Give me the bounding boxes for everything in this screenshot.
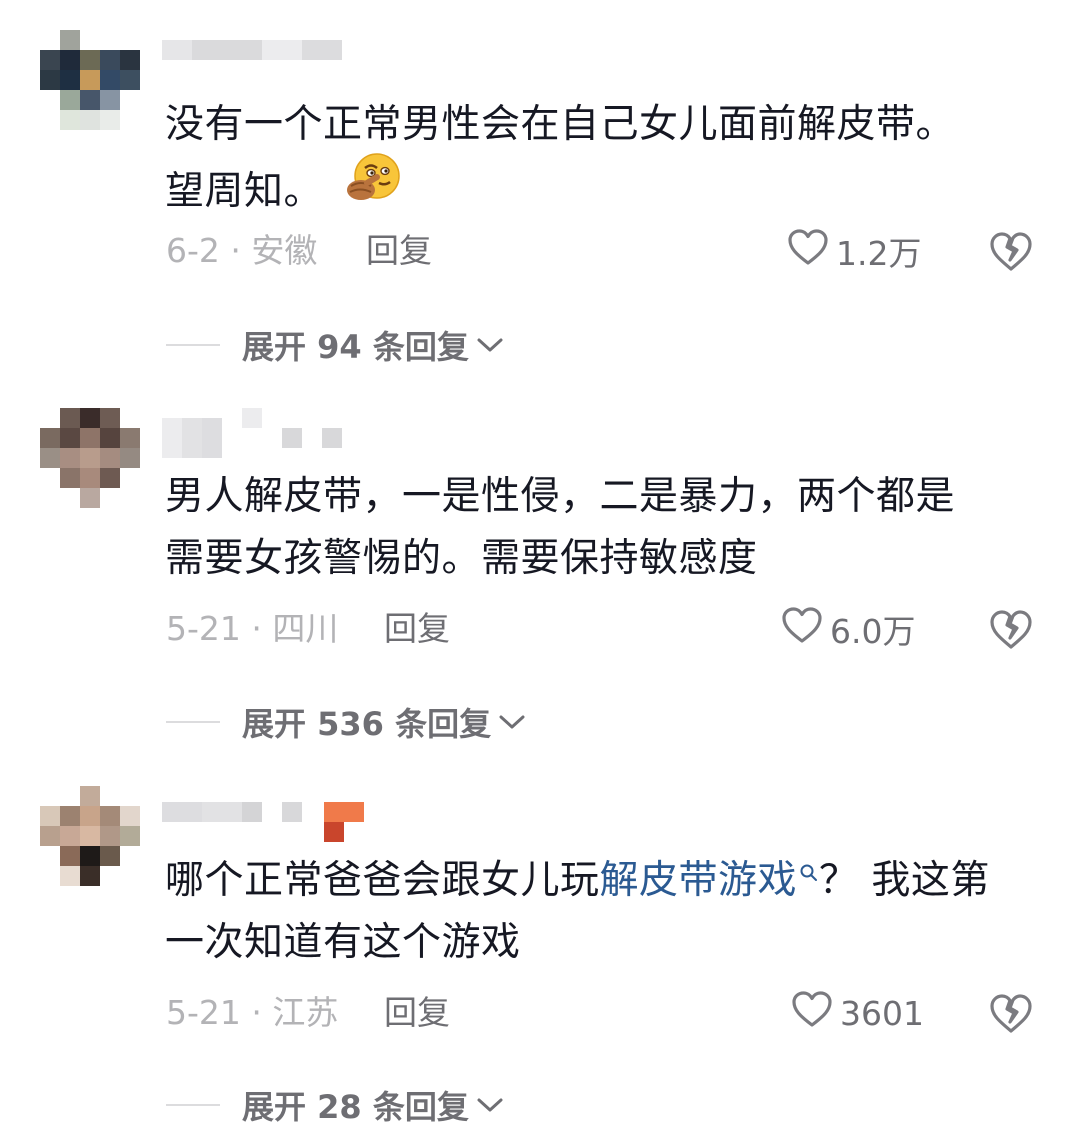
dislike-button[interactable] — [988, 607, 1034, 653]
expand-replies-button[interactable]: 展开 28 条回复 — [166, 1080, 505, 1130]
hashtag-label: 解皮带游戏 — [599, 858, 798, 903]
dislike-button[interactable] — [988, 991, 1034, 1037]
like-button[interactable]: 3601 — [790, 988, 924, 1038]
broken-heart-icon — [990, 994, 1032, 1033]
comment-text-line: 一次知道有这个游戏 — [165, 920, 521, 965]
expand-replies-button[interactable]: 展开 94 条回复 — [166, 320, 505, 370]
reply-button[interactable]: 回复 — [366, 226, 432, 276]
like-count: 6.0万 — [830, 612, 916, 651]
comment-text: 哪个正常爸爸会跟女儿玩解皮带游戏 ？ 我这第 一次知道有这个游戏 — [165, 850, 1045, 974]
comment-text-line: 没有一个正常男性会在自己女儿面前解皮带。 — [165, 102, 956, 147]
reply-button[interactable]: 回复 — [384, 988, 450, 1038]
avatar[interactable] — [40, 786, 140, 886]
expand-replies-button[interactable]: 展开 536 条回复 — [166, 697, 527, 747]
username[interactable] — [162, 408, 352, 458]
avatar[interactable] — [40, 408, 140, 508]
expand-replies-label: 展开 28 条回复 — [242, 1088, 469, 1126]
broken-heart-icon — [990, 610, 1032, 649]
chevron-down-icon — [477, 338, 503, 352]
chevron-down-icon — [499, 715, 525, 729]
comment-meta: 6-2 · 安徽 — [166, 231, 318, 270]
heart-outline-icon — [780, 605, 824, 653]
comment-text-segment: 哪个正常爸爸会跟女儿玩 — [165, 858, 600, 903]
heart-outline-icon — [790, 989, 834, 1037]
broken-heart-icon — [990, 232, 1032, 271]
expand-replies-label: 展开 536 条回复 — [242, 705, 492, 743]
comment-text-line: 男人解皮带，一是性侵，二是暴力，两个都是 — [165, 474, 956, 519]
heart-outline-icon — [786, 227, 830, 275]
comment-text: 男人解皮带，一是性侵，二是暴力，两个都是 需要女孩警惕的。需要保持敏感度 — [165, 466, 1045, 590]
reply-button[interactable]: 回复 — [384, 604, 450, 654]
search-icon — [800, 864, 818, 881]
expand-replies-label: 展开 94 条回复 — [242, 328, 469, 366]
divider — [166, 721, 220, 723]
avatar[interactable] — [40, 30, 140, 130]
dislike-button[interactable] — [988, 229, 1034, 275]
chevron-down-icon — [477, 1098, 503, 1112]
comment-text-segment: ？ 我这第 — [819, 858, 990, 903]
comment-meta: 5-21 · 江苏 — [166, 993, 339, 1032]
comment-text-line: 望周知。 — [165, 168, 324, 214]
thinking-face-icon — [345, 152, 401, 223]
like-button[interactable]: 1.2万 — [786, 226, 921, 276]
username[interactable] — [162, 800, 372, 842]
like-count: 1.2万 — [836, 234, 922, 273]
like-count: 3601 — [840, 993, 924, 1033]
username[interactable] — [162, 40, 352, 80]
like-button[interactable]: 6.0万 — [780, 604, 915, 654]
comment-text-line: 需要女孩警惕的。需要保持敏感度 — [165, 536, 758, 581]
comment-text: 没有一个正常男性会在自己女儿面前解皮带。 望周知。 — [165, 94, 1045, 227]
divider — [166, 1104, 220, 1106]
comment-meta: 5-21 · 四川 — [166, 609, 339, 648]
divider — [166, 344, 220, 346]
hashtag-link[interactable]: 解皮带游戏 — [600, 858, 820, 903]
